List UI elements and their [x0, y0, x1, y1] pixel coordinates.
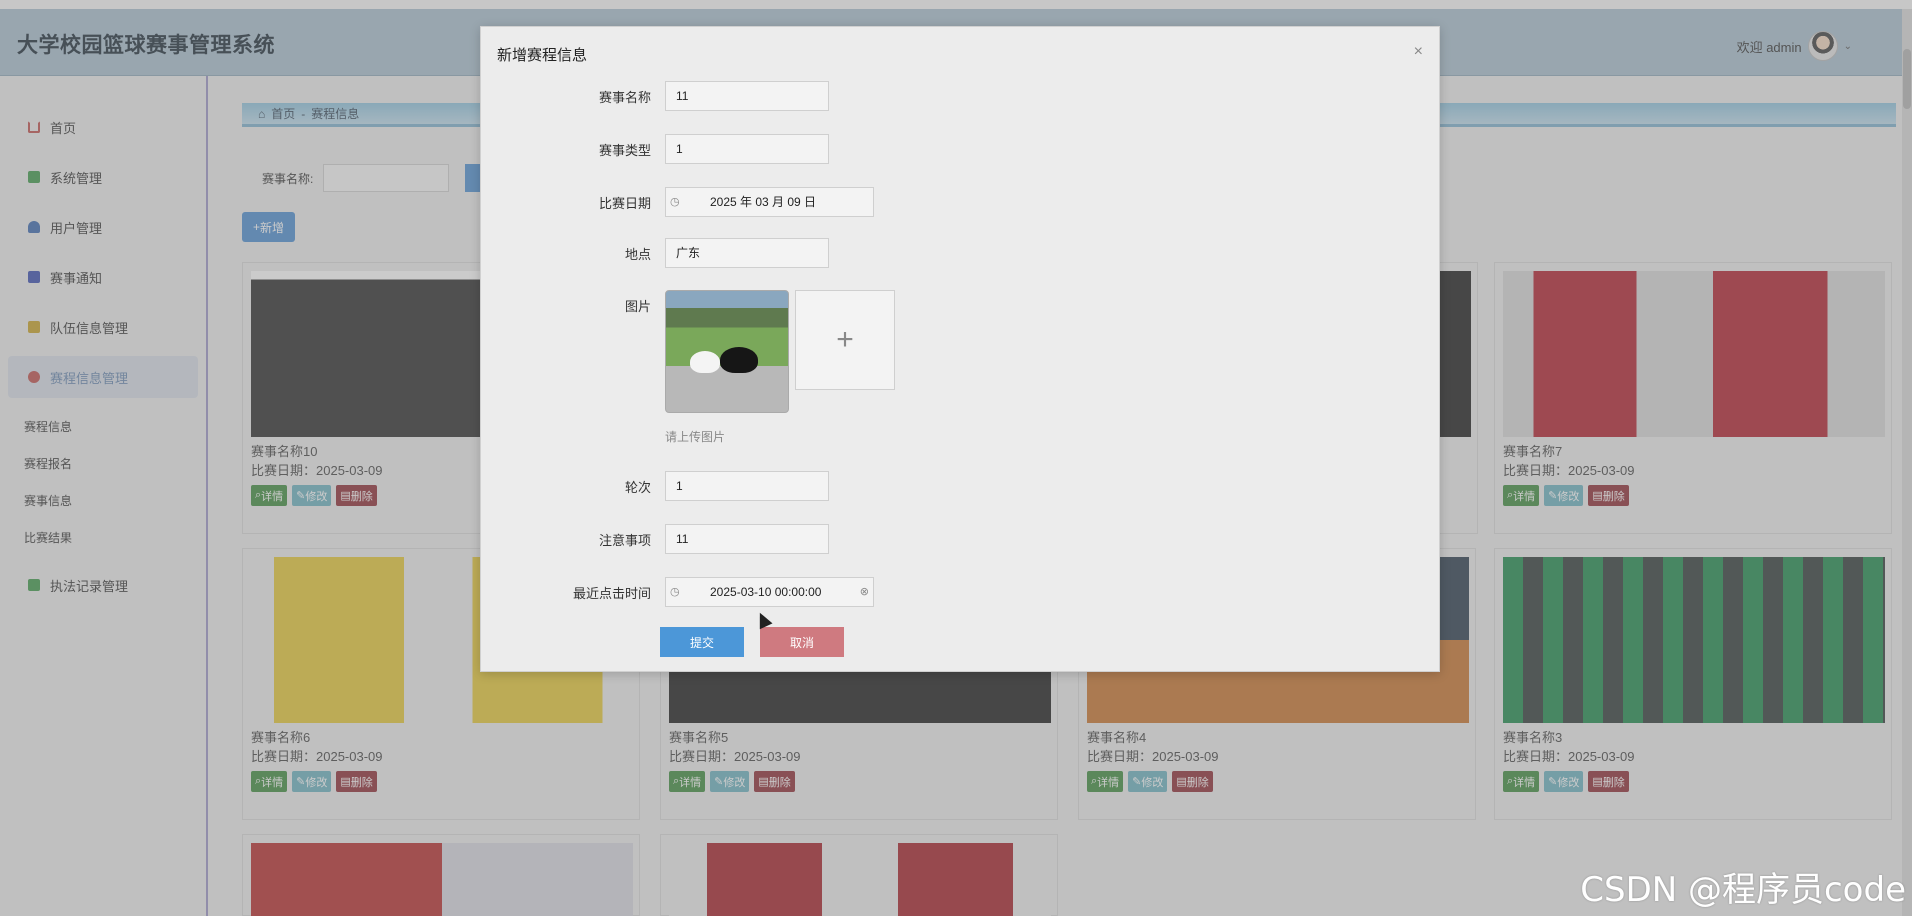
date-picker[interactable]: ◷ 2025 年 03 月 09 日 [665, 187, 874, 217]
name-input[interactable]: 11 [665, 81, 829, 111]
field-label: 注意事项 [598, 533, 651, 548]
dialog-title: 新增赛程信息 [497, 47, 588, 64]
form-row-place: 地点 广东 [481, 238, 1441, 270]
form-row-round: 轮次 1 [481, 471, 1441, 503]
field-label: 图片 [624, 299, 651, 314]
datetime-picker[interactable]: ◷ 2025-03-10 00:00:00 ⊗ [665, 577, 874, 607]
datetime-value: 2025-03-10 00:00:00 [710, 585, 822, 599]
type-input[interactable]: 1 [665, 134, 829, 164]
close-icon[interactable]: × [1414, 43, 1423, 61]
field-label: 赛事类型 [598, 143, 651, 158]
clock-icon: ◷ [670, 586, 680, 598]
field-label: 轮次 [624, 480, 651, 495]
form-row-image: 图片 [481, 290, 1441, 322]
notes-input[interactable]: 11 [665, 524, 829, 554]
form-row-notes: 注意事项 11 [481, 524, 1441, 556]
clear-icon[interactable]: ⊗ [860, 578, 869, 606]
upload-tip: 请上传图片 [665, 430, 726, 444]
watermark: CSDN @程序员code [1580, 870, 1906, 910]
upload-image-button[interactable]: + [795, 290, 895, 390]
cat-black-shape [720, 347, 758, 373]
form-row-date: 比赛日期 ◷ 2025 年 03 月 09 日 [481, 187, 1441, 219]
uploaded-image-thumbnail[interactable] [665, 290, 789, 413]
calendar-icon: ◷ [670, 196, 680, 208]
field-label: 地点 [624, 247, 651, 262]
cancel-button[interactable]: 取消 [760, 627, 844, 657]
field-label: 最近点击时间 [572, 586, 651, 601]
field-label: 赛事名称 [598, 90, 651, 105]
add-schedule-dialog: 新增赛程信息 × 赛事名称 11 赛事类型 1 比赛日期 ◷ 2025 年 03… [480, 26, 1440, 672]
plus-icon: + [836, 323, 854, 356]
form-row-clicktime: 最近点击时间 ◷ 2025-03-10 00:00:00 ⊗ [481, 577, 1441, 609]
form-row-name: 赛事名称 11 [481, 81, 1441, 113]
place-input[interactable]: 广东 [665, 238, 829, 268]
field-label: 比赛日期 [598, 196, 651, 211]
form-row-type: 赛事类型 1 [481, 134, 1441, 166]
submit-button[interactable]: 提交 [660, 627, 744, 657]
cat-white-shape [690, 351, 720, 373]
date-value: 2025 年 03 月 09 日 [710, 195, 817, 209]
round-input[interactable]: 1 [665, 471, 829, 501]
